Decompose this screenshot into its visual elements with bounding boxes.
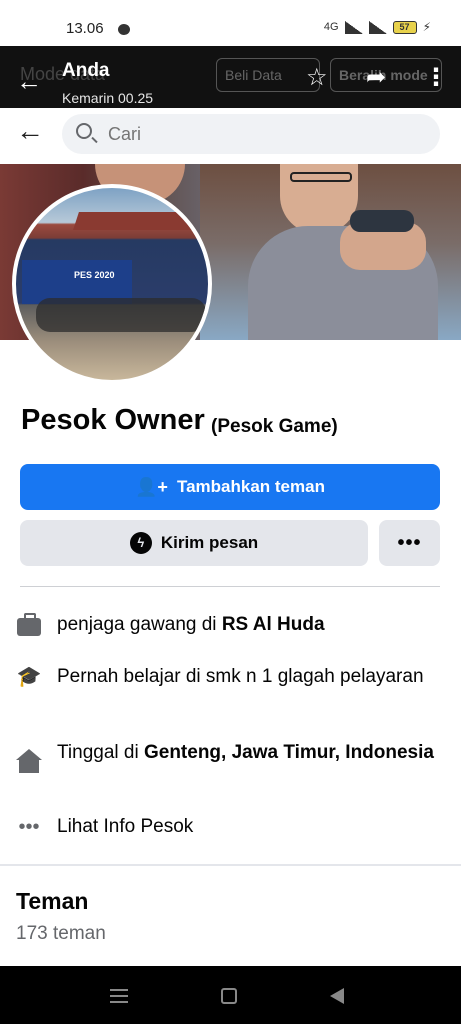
send-message-label: Kirim pesan [160, 533, 259, 552]
fb-search-bar: ← [0, 108, 461, 164]
profile-avatar[interactable]: PES 2020 [12, 184, 212, 384]
search-icon [76, 123, 92, 139]
back-button-icon[interactable] [330, 988, 344, 1004]
see-info-label: Lihat Info Pesok [57, 816, 194, 837]
education-text: Pernah belajar di smk n 1 glagah pelayar… [57, 666, 424, 687]
more-options-button[interactable]: ••• [379, 520, 440, 566]
navigation-bar [0, 966, 461, 1024]
home-button-icon[interactable] [221, 988, 237, 1004]
avatar-roof [73, 212, 208, 230]
avatar-motorbikes [36, 298, 206, 332]
recent-apps-icon[interactable] [110, 989, 128, 1003]
see-info-link[interactable]: ••• Lihat Info Pesok [16, 814, 436, 840]
status-icons: 4G 57 ⚡ [324, 20, 431, 34]
work-prefix: penjaga gawang di [57, 614, 222, 635]
messenger-icon: ϟ [129, 532, 152, 554]
gamepad-icon [350, 210, 414, 232]
search-input[interactable] [108, 124, 408, 145]
status-bar: 13.06 4G 57 ⚡ [0, 0, 461, 46]
lives-place[interactable]: Genteng, Jawa Timur, Indonesia [144, 742, 434, 763]
battery-level: 57 [399, 22, 410, 32]
ellipsis-icon: ••• [18, 816, 40, 838]
add-friend-button[interactable]: 👤+ Tambahkan teman [20, 464, 440, 510]
fb-back-icon[interactable]: ← [16, 116, 44, 146]
graduation-cap-icon: 🎓 [16, 666, 42, 688]
add-friend-icon: 👤+ [135, 476, 168, 497]
section-separator [0, 864, 461, 866]
work-text: penjaga gawang di RS Al Huda [57, 612, 325, 638]
friends-title: Teman [16, 888, 89, 914]
avatar-banner-text: PES 2020 [74, 270, 115, 280]
profile-alternate-name: (Pesok Game) [211, 416, 338, 437]
signal-icon [344, 20, 363, 34]
back-arrow-icon[interactable]: ← [16, 68, 42, 94]
status-time: 13.06 [66, 20, 104, 37]
briefcase-icon [16, 612, 42, 638]
home-icon [16, 740, 42, 773]
search-box[interactable] [62, 114, 440, 154]
lives-text: Tinggal di Genteng, Jawa Timur, Indonesi… [57, 740, 434, 766]
charging-icon: ⚡ [422, 20, 431, 34]
buy-data-pill[interactable]: Beli Data [216, 58, 320, 92]
cover-glasses [290, 172, 352, 182]
intro-work: penjaga gawang di RS Al Huda [16, 612, 436, 638]
add-friend-label: Tambahkan teman [176, 477, 325, 496]
work-place[interactable]: RS Al Huda [222, 614, 325, 635]
share-icon[interactable]: ➦ [366, 66, 386, 90]
intro-education: 🎓 Pernah belajar di smk n 1 glagah pelay… [16, 664, 436, 690]
intro-lives: Tinggal di Genteng, Jawa Timur, Indonesi… [16, 740, 436, 773]
viewer-subtitle: Kemarin 00.25 [62, 90, 154, 106]
send-message-button[interactable]: ϟ Kirim pesan [20, 520, 368, 566]
viewer-title: Anda [62, 60, 110, 81]
notification-icon [118, 24, 130, 35]
more-vertical-icon[interactable]: ⋮ [424, 66, 448, 90]
friends-count[interactable]: 173 teman [16, 923, 106, 945]
signal-icon-2 [368, 20, 387, 34]
profile-name: Pesok Owner [21, 404, 205, 436]
network-type: 4G [323, 21, 339, 33]
divider [20, 586, 440, 587]
battery-icon: 57 [392, 20, 417, 34]
star-icon[interactable]: ☆ [306, 66, 328, 90]
lives-prefix: Tinggal di [57, 742, 144, 763]
